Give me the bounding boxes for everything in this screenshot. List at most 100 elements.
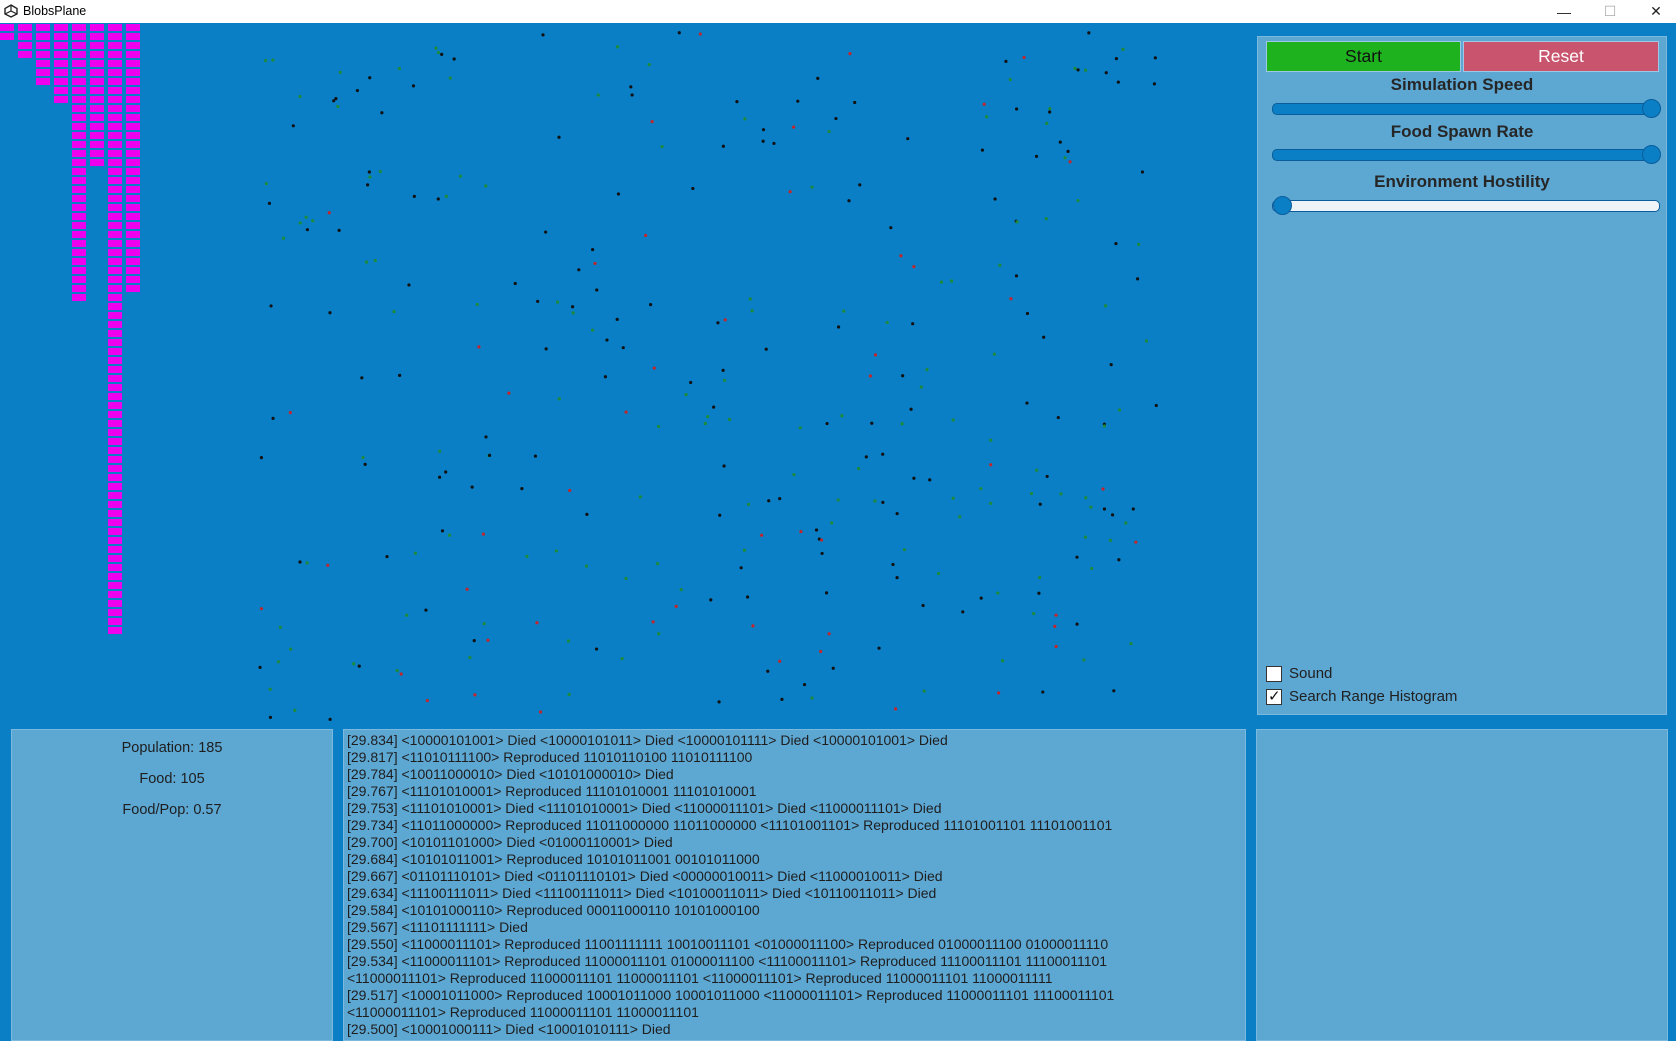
- histogram-cell: [108, 177, 122, 184]
- histogram-cell: [72, 78, 86, 85]
- histogram-cell: [72, 177, 86, 184]
- start-button[interactable]: Start: [1266, 41, 1461, 72]
- blob-dot: [819, 538, 824, 542]
- sound-checkbox[interactable]: [1266, 665, 1282, 682]
- log-line: [29.550] <11000011101> Reproduced 110011…: [347, 936, 1109, 952]
- blob-dot: [1075, 555, 1079, 559]
- blob-dot: [1045, 121, 1049, 125]
- blob-dot: [365, 183, 370, 187]
- log-line: [29.734] <11011000000> Reproduced 110110…: [347, 817, 1113, 833]
- blob-dot: [652, 366, 656, 370]
- blob-dot: [268, 687, 272, 691]
- reset-button[interactable]: Reset: [1463, 41, 1659, 72]
- sound-toggle[interactable]: Sound: [1266, 665, 1332, 682]
- blob-dot: [802, 682, 807, 687]
- blob-dot: [541, 33, 545, 37]
- histogram-cell: [126, 204, 140, 211]
- histogram-cell: [126, 87, 140, 94]
- simulation-speed-slider[interactable]: [1272, 99, 1661, 118]
- food-spawn-rate-slider[interactable]: [1272, 145, 1661, 164]
- blob-dot: [816, 76, 820, 81]
- blob-dot: [470, 485, 474, 489]
- histogram-cell: [72, 141, 86, 148]
- blob-dot: [996, 591, 1000, 595]
- blob-dot: [337, 228, 341, 232]
- histogram-cell: [108, 159, 122, 166]
- blob-dot: [723, 318, 727, 322]
- blob-dot: [438, 449, 442, 453]
- event-log[interactable]: [29.834] <10000101001> Died <10000101011…: [343, 729, 1246, 1041]
- histogram-cell: [108, 51, 122, 58]
- unity-logo-icon: [4, 4, 18, 18]
- blob-dot: [857, 467, 861, 471]
- blob-dot: [1154, 403, 1158, 408]
- blob-dot: [448, 76, 452, 80]
- simulation-canvas[interactable]: [0, 24, 1250, 729]
- blob-dot: [338, 70, 342, 74]
- blob-dot: [647, 63, 651, 67]
- histogram-cell: [108, 312, 122, 319]
- log-line: [29.784] <10011000010> Died <10101000010…: [347, 766, 674, 782]
- blob-dot: [1063, 156, 1067, 160]
- blob-dot: [853, 100, 857, 105]
- blob-dot: [885, 320, 889, 325]
- blob-dot: [507, 391, 511, 395]
- minimize-button[interactable]: —: [1541, 0, 1587, 23]
- blob-dot: [718, 513, 722, 517]
- blob-dot: [788, 190, 792, 194]
- blob-dot: [624, 576, 628, 581]
- blob-dot: [281, 236, 286, 240]
- blob-dot: [327, 211, 331, 215]
- blob-dot: [481, 532, 485, 536]
- blob-dot: [827, 632, 831, 636]
- histogram-cell: [108, 420, 122, 427]
- blob-dot: [271, 58, 275, 62]
- blob-dot: [961, 610, 965, 614]
- blob-dot: [259, 607, 264, 611]
- histogram-cell: [72, 186, 86, 193]
- blob-dot: [298, 94, 302, 99]
- histogram-cell: [0, 33, 14, 40]
- blob-dot: [691, 186, 695, 191]
- histogram-cell: [126, 285, 140, 292]
- simulation-speed-thumb[interactable]: [1642, 99, 1661, 118]
- blob-dot: [269, 304, 273, 308]
- histogram-cell: [108, 285, 122, 292]
- blob-dot: [536, 299, 540, 303]
- blob-dot: [452, 57, 456, 61]
- histogram-cell: [54, 24, 68, 31]
- environment-hostility-thumb[interactable]: [1273, 196, 1292, 215]
- environment-hostility-slider[interactable]: [1272, 196, 1660, 215]
- blob-dot: [458, 174, 463, 178]
- histogram-cell: [108, 627, 122, 634]
- blob-dot: [750, 309, 754, 313]
- maximize-button[interactable]: ☐: [1587, 0, 1633, 23]
- blob-dot: [554, 549, 558, 553]
- blob-dot: [1076, 198, 1080, 203]
- blob-dot: [985, 115, 989, 119]
- blob-dot: [751, 624, 755, 628]
- blob-dot: [1073, 66, 1077, 71]
- search-range-histogram-checkbox[interactable]: ✓: [1266, 688, 1282, 705]
- histogram-cell: [108, 303, 122, 310]
- blob-dot: [264, 59, 268, 63]
- histogram-cell: [54, 78, 68, 85]
- histogram-cell: [108, 456, 122, 463]
- histogram-cell: [108, 78, 122, 85]
- blob-dot: [566, 639, 571, 643]
- histogram-cell: [72, 87, 86, 94]
- blob-dot: [1009, 297, 1013, 301]
- close-button[interactable]: ✕: [1633, 0, 1676, 23]
- blob-dot: [577, 268, 581, 272]
- blob-dot: [761, 128, 766, 132]
- blob-dot: [877, 646, 881, 650]
- food-spawn-rate-thumb[interactable]: [1642, 145, 1661, 164]
- blob-dot: [630, 93, 634, 97]
- blob-dot: [440, 529, 445, 533]
- search-range-histogram-toggle[interactable]: ✓ Search Range Histogram: [1266, 688, 1457, 705]
- blob-dot: [615, 45, 620, 49]
- blob-dot: [657, 632, 661, 636]
- blob-dot: [360, 376, 364, 380]
- blob-dot: [677, 31, 681, 35]
- histogram-cell: [108, 465, 122, 472]
